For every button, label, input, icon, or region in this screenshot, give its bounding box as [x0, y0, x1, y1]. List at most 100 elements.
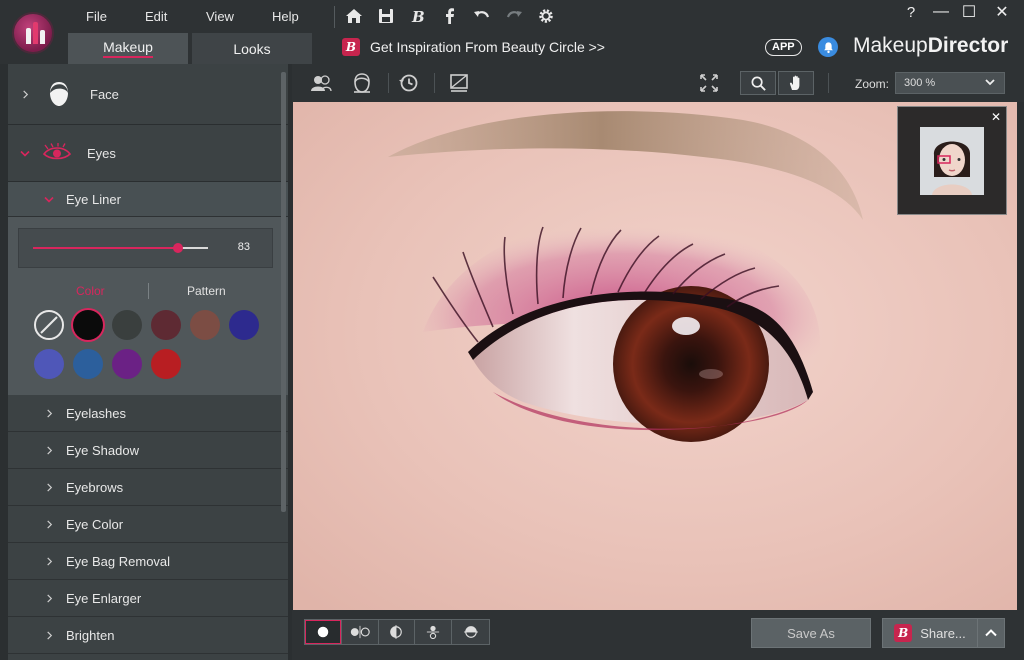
save-icon[interactable]: [374, 5, 398, 27]
chevron-right-icon: [44, 408, 54, 418]
view-mode-group: [304, 619, 490, 645]
color-swatch-red[interactable]: [151, 349, 181, 379]
menu-edit[interactable]: Edit: [145, 9, 167, 24]
face-icon: [46, 80, 72, 108]
zoom-dropdown[interactable]: 300 %: [895, 72, 1005, 94]
collapse-panel-button[interactable]: [977, 618, 1005, 648]
subcategory-label: Brighten: [66, 627, 115, 643]
app-window: File Edit View Help B ? — ☐ ✕ Makeup Loo…: [0, 0, 1024, 660]
zoom-label: Zoom:: [855, 77, 890, 91]
home-icon[interactable]: [342, 5, 366, 27]
category-face[interactable]: Face: [8, 64, 288, 125]
split-view-icon[interactable]: [446, 70, 472, 96]
bottom-bar: Save As B Share...: [292, 610, 1024, 660]
chevron-right-icon: [44, 593, 54, 603]
subcategory-label: Eye Shadow: [66, 442, 139, 458]
view-split-vertical-button[interactable]: [378, 620, 416, 644]
subcategory-eye-shadow[interactable]: Eye Shadow: [8, 432, 288, 469]
option-color[interactable]: Color: [76, 284, 105, 298]
intensity-slider-fill: [33, 247, 179, 249]
share-button[interactable]: B Share...: [882, 618, 978, 648]
subcategory-eye-liner-label: Eye Liner: [66, 191, 121, 207]
facebook-icon[interactable]: [438, 5, 462, 27]
compare-faces-icon[interactable]: [308, 70, 334, 96]
navigator-face-image: [920, 127, 984, 195]
subcategory-eye-bag-removal[interactable]: Eye Bag Removal: [8, 543, 288, 580]
brand-suffix: Director: [927, 34, 1009, 57]
help-button[interactable]: ?: [897, 1, 925, 23]
subcategory-brighten[interactable]: Brighten: [8, 617, 288, 654]
intensity-slider-box: 83: [18, 228, 273, 268]
magnifier-icon: [751, 76, 766, 91]
inspiration-link[interactable]: B Get Inspiration From Beauty Circle >>: [342, 38, 605, 56]
pan-tool-button[interactable]: [778, 71, 814, 95]
app-badge[interactable]: APP: [765, 39, 802, 56]
zoom-tool-button[interactable]: [740, 71, 776, 95]
menu-file[interactable]: File: [86, 9, 107, 24]
option-pattern[interactable]: Pattern: [187, 284, 226, 298]
save-as-button[interactable]: Save As: [751, 618, 871, 648]
subcategory-eyelashes[interactable]: Eyelashes: [8, 395, 288, 432]
color-swatch-cocoa[interactable]: [190, 310, 220, 340]
app-logo: [12, 12, 54, 54]
subcategory-label: Eye Color: [66, 516, 124, 532]
color-swatch-plum-brown[interactable]: [151, 310, 181, 340]
menu-view[interactable]: View: [206, 9, 234, 24]
beauty-circle-icon[interactable]: B: [406, 5, 430, 27]
option-divider: [148, 283, 149, 299]
split-horizontal-icon: [463, 626, 478, 638]
subcategory-eye-enlarger[interactable]: Eye Enlarger: [8, 580, 288, 617]
tab-looks-label: Looks: [233, 40, 271, 57]
color-swatch-indigo[interactable]: [229, 310, 259, 340]
beauty-circle-badge-icon: B: [894, 624, 913, 642]
chevron-right-icon: [44, 519, 54, 529]
color-swatch-none[interactable]: [34, 310, 64, 340]
undo-icon[interactable]: [470, 5, 494, 27]
navigator-thumbnail[interactable]: ✕: [897, 106, 1007, 215]
view-single-button[interactable]: [305, 620, 342, 644]
view-split-horizontal-button[interactable]: [452, 620, 489, 644]
face-detect-icon[interactable]: [349, 70, 375, 96]
navigator-close-button[interactable]: ✕: [991, 110, 1001, 124]
minimize-button[interactable]: —: [927, 1, 955, 23]
chevron-right-icon: [44, 630, 54, 640]
maximize-button[interactable]: ☐: [955, 1, 983, 23]
color-swatch-steel-blue[interactable]: [73, 349, 103, 379]
intensity-slider-knob[interactable]: [173, 243, 184, 253]
chevron-up-icon: [985, 629, 997, 637]
color-swatch-purple[interactable]: [112, 349, 142, 379]
split-vertical-icon: [390, 625, 403, 639]
intensity-slider-track[interactable]: [33, 243, 208, 253]
subcategory-label: Eye Bag Removal: [66, 553, 171, 569]
share-label: Share...: [920, 625, 966, 641]
tab-makeup[interactable]: Makeup: [68, 33, 188, 64]
tab-looks[interactable]: Looks: [192, 33, 312, 64]
subcategory-eyebrows[interactable]: Eyebrows: [8, 469, 288, 506]
chevron-down-icon: [20, 148, 30, 158]
fit-to-screen-icon[interactable]: [696, 70, 722, 96]
toolbar-separator: [434, 73, 435, 93]
category-eyes-label: Eyes: [87, 145, 116, 161]
history-icon[interactable]: [396, 70, 422, 96]
title-bar: File Edit View Help B ? — ☐ ✕ Makeup Loo…: [0, 0, 1024, 64]
color-swatch-periwinkle[interactable]: [34, 349, 64, 379]
settings-gear-icon[interactable]: [534, 5, 558, 27]
toolbar-separator: [388, 73, 389, 93]
intensity-value: 83: [237, 241, 250, 253]
makeup-sidebar: Face Eyes Eye Liner 83 Color Pattern Eye…: [8, 64, 288, 660]
menu-help[interactable]: Help: [272, 9, 299, 24]
view-stacked-button[interactable]: [415, 620, 453, 644]
side-by-side-icon: [350, 625, 370, 639]
zoom-value: 300 %: [904, 77, 936, 89]
notification-bell-icon[interactable]: [818, 37, 838, 57]
view-side-by-side-button[interactable]: [341, 620, 379, 644]
redo-icon[interactable]: [502, 5, 526, 27]
subcategory-eye-color[interactable]: Eye Color: [8, 506, 288, 543]
close-button[interactable]: ✕: [988, 1, 1016, 23]
color-swatch-black[interactable]: [73, 310, 103, 340]
subcategory-eye-liner[interactable]: Eye Liner: [8, 182, 288, 217]
single-view-icon: [317, 626, 329, 638]
color-swatch-charcoal[interactable]: [112, 310, 142, 340]
category-eyes[interactable]: Eyes: [8, 125, 288, 182]
sidebar-scrollbar[interactable]: [281, 72, 286, 512]
